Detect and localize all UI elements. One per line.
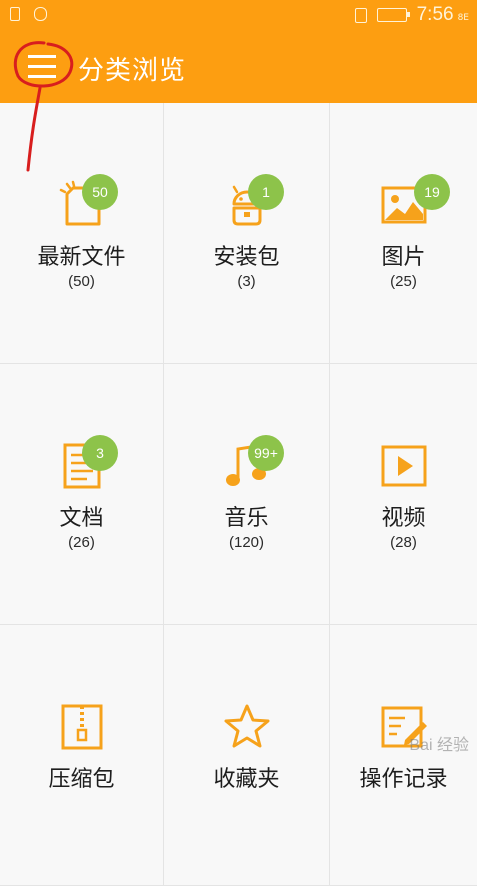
category-label: 收藏夹 <box>213 767 280 792</box>
category-count: (28) <box>390 534 417 551</box>
zip-icon <box>57 702 107 752</box>
video-icon <box>379 441 429 491</box>
status-right-icons: 7:56 8E <box>354 4 469 26</box>
category-label: 文档 <box>59 506 104 531</box>
category-label: 压缩包 <box>48 767 115 792</box>
status-bar: 7:56 8E <box>0 0 477 30</box>
star-icon <box>222 702 272 752</box>
category-label: 最新文件 <box>37 245 126 270</box>
category-history[interactable]: 操作记录 <box>330 625 477 886</box>
battery-icon <box>376 8 410 22</box>
category-documents[interactable]: 3 文档 (26) <box>0 364 164 625</box>
badge-count: 19 <box>414 174 450 210</box>
category-grid: 50 最新文件 (50) 1 安装包 (3) 19 图片 (25) 3 文档 (… <box>0 103 477 886</box>
status-time: 7:56 <box>416 4 454 25</box>
category-label: 视频 <box>381 506 426 531</box>
category-count: (120) <box>228 534 265 551</box>
category-count: (50) <box>68 273 95 290</box>
badge-count: 3 <box>82 435 118 471</box>
network-indicator: 8E <box>457 13 469 23</box>
badge-count: 99+ <box>248 435 284 471</box>
watermark: Bai 经验 <box>409 737 469 754</box>
category-label: 操作记录 <box>359 767 448 792</box>
vibrate-icon <box>354 7 367 23</box>
category-music[interactable]: 99+ 音乐 (120) <box>164 364 330 625</box>
category-count: (25) <box>390 273 417 290</box>
category-count: (3) <box>237 273 256 290</box>
badge-count: 50 <box>82 174 118 210</box>
category-label: 音乐 <box>224 506 269 531</box>
category-archives[interactable]: 压缩包 <box>0 625 164 886</box>
notification-icon <box>34 7 47 21</box>
category-packages[interactable]: 1 安装包 (3) <box>164 103 330 364</box>
status-left-icons <box>10 7 47 21</box>
category-label: 图片 <box>381 245 426 270</box>
category-images[interactable]: 19 图片 (25) <box>330 103 477 364</box>
sim-icon <box>10 7 20 21</box>
badge-count: 1 <box>248 174 284 210</box>
category-recent-files[interactable]: 50 最新文件 (50) <box>0 103 164 364</box>
menu-button[interactable] <box>28 52 58 80</box>
hamburger-icon <box>28 55 56 58</box>
category-count: (26) <box>68 534 95 551</box>
category-label: 安装包 <box>213 245 280 270</box>
category-videos[interactable]: 视频 (28) <box>330 364 477 625</box>
app-bar: 分类浏览 <box>0 30 477 103</box>
category-favorites[interactable]: 收藏夹 <box>164 625 330 886</box>
page-title: 分类浏览 <box>78 56 187 86</box>
